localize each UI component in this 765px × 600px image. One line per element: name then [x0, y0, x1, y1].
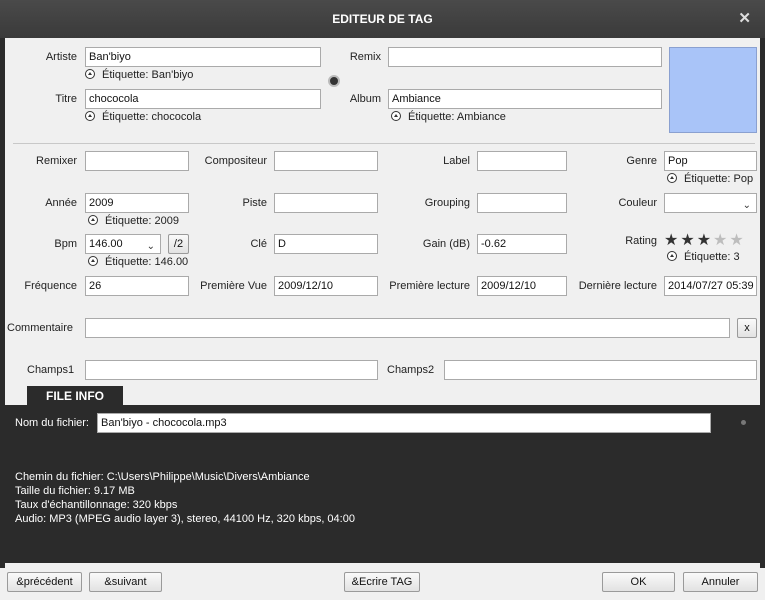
title-input[interactable]: chococola	[85, 89, 321, 109]
clear-comment-button[interactable]: x	[737, 318, 757, 338]
window-titlebar: EDITEUR DE TAG ✕	[0, 0, 765, 38]
tag-restore-icon[interactable]	[85, 69, 95, 79]
star-icon[interactable]: ★	[697, 232, 711, 249]
composer-label: Compositeur	[204, 155, 267, 167]
composer-input[interactable]	[274, 151, 378, 171]
title-tag-hint[interactable]: Étiquette: chococola	[85, 110, 201, 124]
previous-button[interactable]: &précédent	[7, 572, 82, 592]
chevron-down-icon: ⌄	[146, 241, 155, 252]
field1-input[interactable]	[85, 360, 378, 380]
label-input[interactable]	[477, 151, 567, 171]
color-select[interactable]: ⌄	[664, 193, 757, 213]
year-tag-hint[interactable]: Étiquette: 2009	[88, 214, 179, 228]
genre-input[interactable]: Pop	[664, 151, 757, 171]
key-label: Clé	[250, 238, 267, 250]
bpm-select[interactable]: 146.00 ⌄	[85, 234, 161, 254]
last-play-label: Dernière lecture	[578, 280, 657, 292]
star-icon[interactable]: ★	[664, 232, 678, 249]
field1-label: Champs1	[27, 364, 75, 376]
tag-restore-icon[interactable]	[667, 173, 677, 183]
album-artwork[interactable]	[669, 47, 757, 133]
frequency-input[interactable]: 26	[85, 276, 189, 296]
divider	[13, 143, 755, 144]
next-button[interactable]: &suivant	[89, 572, 162, 592]
filename-label: Nom du fichier:	[15, 417, 89, 429]
file-info-panel: Nom du fichier: Ban'biyo - chococola.mp3…	[5, 405, 760, 563]
rating-tag-hint[interactable]: Étiquette: 3	[667, 250, 740, 264]
tag-editor-panel: Artiste Ban'biyo Étiquette: Ban'biyo Tit…	[5, 38, 760, 568]
track-input[interactable]	[274, 193, 378, 213]
bitrate-line: Taux d'échantillonnage: 320 kbps	[15, 499, 178, 511]
genre-label: Genre	[626, 155, 657, 167]
first-seen-input[interactable]: 2009/12/10	[274, 276, 378, 296]
tab-file-info[interactable]: FILE INFO	[27, 386, 123, 406]
options-dot-icon[interactable]	[741, 420, 746, 425]
ok-button[interactable]: OK	[602, 572, 675, 592]
star-icon[interactable]: ★	[680, 232, 694, 249]
cancel-button[interactable]: Annuler	[683, 572, 758, 592]
tag-restore-icon[interactable]	[667, 251, 677, 261]
first-seen-label: Première Vue	[200, 280, 267, 292]
tag-restore-icon[interactable]	[391, 111, 401, 121]
tag-restore-icon[interactable]	[88, 256, 98, 266]
bpm-half-button[interactable]: /2	[168, 234, 189, 254]
first-play-label: Première lecture	[389, 280, 470, 292]
color-label: Couleur	[618, 197, 657, 209]
remix-label: Remix	[349, 51, 381, 63]
star-icon[interactable]: ★	[713, 232, 727, 249]
chevron-down-icon: ⌄	[742, 200, 751, 211]
remixer-input[interactable]	[85, 151, 189, 171]
file-path-line: Chemin du fichier: C:\Users\Philippe\Mus…	[15, 471, 310, 483]
bpm-tag-hint[interactable]: Étiquette: 146.00	[88, 255, 190, 269]
artist-input[interactable]: Ban'biyo	[85, 47, 321, 67]
genre-tag-hint[interactable]: Étiquette: Pop	[667, 172, 753, 186]
remixer-label: Remixer	[36, 155, 77, 167]
field2-label: Champs2	[387, 364, 435, 376]
last-play-input[interactable]: 2014/07/27 05:39	[664, 276, 757, 296]
close-icon[interactable]: ✕	[738, 0, 751, 38]
remix-input[interactable]	[388, 47, 662, 67]
artist-tag-hint[interactable]: Étiquette: Ban'biyo	[85, 68, 193, 82]
key-input[interactable]: D	[274, 234, 378, 254]
audio-format-line: Audio: MP3 (MPEG audio layer 3), stereo,…	[15, 513, 355, 525]
title-label: Titre	[55, 93, 77, 105]
button-bar: &précédent &suivant &Ecrire TAG OK Annul…	[0, 568, 765, 600]
album-tag-hint[interactable]: Étiquette: Ambiance	[391, 110, 506, 124]
file-size-line: Taille du fichier: 9.17 MB	[15, 485, 135, 497]
field2-input[interactable]	[444, 360, 757, 380]
label-field-label: Label	[443, 155, 470, 167]
comment-input[interactable]	[85, 318, 730, 338]
album-label: Album	[349, 93, 381, 105]
gain-input[interactable]: -0.62	[477, 234, 567, 254]
year-input[interactable]: 2009	[85, 193, 189, 213]
window-title: EDITEUR DE TAG	[332, 12, 433, 26]
grouping-input[interactable]	[477, 193, 567, 213]
grouping-label: Grouping	[424, 197, 470, 209]
artist-label: Artiste	[45, 51, 77, 63]
comment-label: Commentaire	[7, 322, 74, 334]
year-label: Année	[45, 197, 77, 209]
track-label: Piste	[242, 197, 267, 209]
tag-restore-icon[interactable]	[88, 215, 98, 225]
album-input[interactable]: Ambiance	[388, 89, 662, 109]
filename-input[interactable]: Ban'biyo - chococola.mp3	[97, 413, 711, 433]
frequency-label: Fréquence	[24, 280, 77, 292]
rating-stars[interactable]: ★ ★ ★ ★ ★	[664, 233, 746, 249]
first-play-input[interactable]: 2009/12/10	[477, 276, 567, 296]
swap-toggle-icon[interactable]	[328, 75, 340, 87]
bpm-label: Bpm	[54, 238, 77, 250]
star-icon[interactable]: ★	[729, 232, 743, 249]
gain-label: Gain (dB)	[422, 238, 470, 250]
rating-label: Rating	[625, 235, 657, 247]
tag-restore-icon[interactable]	[85, 111, 95, 121]
write-tag-button[interactable]: &Ecrire TAG	[344, 572, 420, 592]
